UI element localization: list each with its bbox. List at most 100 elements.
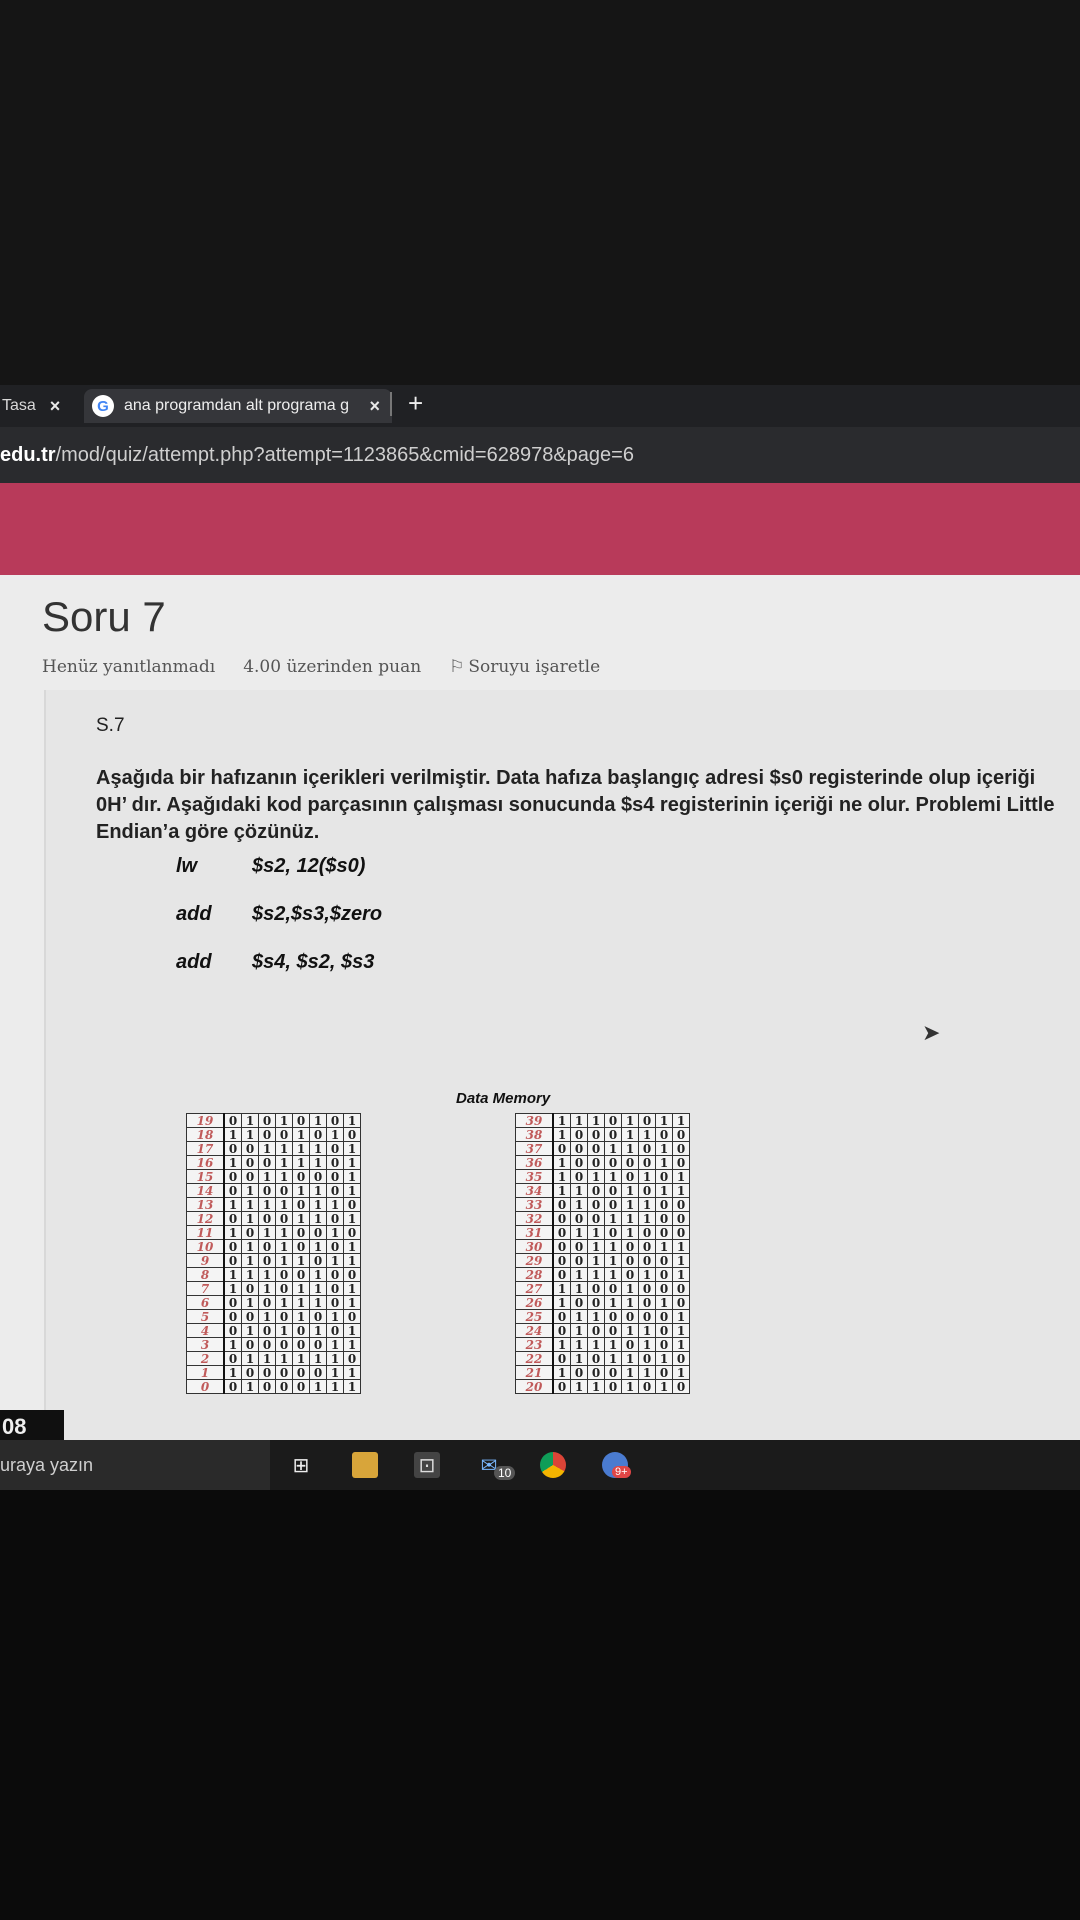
memory-bit: 0: [621, 1239, 639, 1254]
memory-bit: 1: [309, 1323, 327, 1338]
memory-bit: 0: [638, 1225, 656, 1240]
memory-address: 26: [515, 1295, 554, 1310]
memory-bit: 1: [223, 1155, 242, 1170]
taskbar-search-input[interactable]: uraya yazın: [0, 1440, 270, 1490]
memory-bit: 1: [241, 1239, 259, 1254]
task-view-icon[interactable]: ⊞: [288, 1452, 314, 1478]
memory-bit: 0: [604, 1225, 622, 1240]
dark-background-bottom: [0, 1490, 1080, 1920]
memory-bit: 0: [292, 1323, 310, 1338]
memory-bit: 1: [292, 1351, 310, 1366]
memory-row: 31 0 1 1 0 1 0 0 0: [515, 1225, 690, 1240]
memory-bit: 0: [343, 1267, 361, 1282]
memory-bit: 0: [638, 1379, 656, 1394]
memory-bit: 0: [638, 1253, 656, 1268]
memory-row: 500101010: [186, 1309, 361, 1324]
memory-bit: 1: [241, 1379, 259, 1394]
memory-bit: 0: [241, 1141, 259, 1156]
memory-bit: 0: [552, 1379, 571, 1394]
memory-bit: 0: [638, 1309, 656, 1324]
memory-bit: 0: [223, 1141, 242, 1156]
memory-row: 30 0 0 1 1 0 0 1 1: [515, 1239, 690, 1254]
memory-bit: 0: [638, 1239, 656, 1254]
memory-bit: 0: [587, 1141, 605, 1156]
memory-bit: 0: [326, 1169, 344, 1184]
close-icon[interactable]: ×: [369, 396, 380, 417]
clock-fragment: 08: [0, 1410, 64, 1444]
memory-bit: 1: [309, 1281, 327, 1296]
memory-bit: 1: [621, 1197, 639, 1212]
memory-bit: 1: [275, 1253, 293, 1268]
memory-address: 32: [515, 1211, 554, 1226]
memory-row: 18 1 1 0 0 1 0 1 0: [186, 1127, 361, 1142]
memory-bit: 0: [587, 1197, 605, 1212]
memory-bit: 0: [223, 1183, 242, 1198]
memory-bit: 1: [655, 1379, 673, 1394]
chrome-icon[interactable]: [540, 1452, 566, 1478]
memory-bit: 1: [309, 1211, 327, 1226]
memory-bit: 0: [292, 1225, 310, 1240]
memory-row: 38 1 0 0 0 1 1 0 0: [515, 1127, 690, 1142]
memory-row: 29 0 0 1 1 0 0 0 1: [515, 1253, 690, 1268]
memory-bit: 1: [241, 1351, 259, 1366]
question-title: Soru 7: [42, 593, 166, 640]
tab-label: Tasa: [2, 397, 36, 414]
memory-address: 24: [515, 1323, 554, 1338]
memory-bit: 1: [292, 1141, 310, 1156]
memory-row: 28 0 1 1 1 0 1 0 1: [515, 1267, 690, 1282]
memory-bit: 1: [309, 1351, 327, 1366]
memory-row: 25 0 1 1 0 0 0 0 1: [515, 1309, 690, 1324]
address-bar[interactable]: edu.tr/mod/quiz/attempt.php?attempt=1123…: [0, 427, 1080, 483]
memory-bit: 0: [587, 1281, 605, 1296]
memory-bit: 0: [258, 1337, 276, 1352]
answer-status: Henüz yanıtlanmadı: [42, 657, 216, 677]
memory-bit: 0: [258, 1127, 276, 1142]
memory-bit: 1: [638, 1169, 656, 1184]
memory-bit: 0: [326, 1239, 344, 1254]
flag-question-link[interactable]: ⚐ Soruyu işaretle: [449, 657, 600, 677]
memory-bit: 1: [241, 1183, 259, 1198]
memory-bit: 1: [604, 1211, 622, 1226]
memory-bit: 0: [655, 1281, 673, 1296]
memory-bit: 1: [343, 1253, 361, 1268]
memory-bit: 0: [292, 1113, 310, 1128]
memory-bit: 0: [587, 1295, 605, 1310]
memory-bit: 0: [638, 1113, 656, 1128]
memory-bit: 0: [326, 1141, 344, 1156]
code-line: lw $s2, 12($s0): [176, 855, 365, 878]
memory-bit: 1: [655, 1239, 673, 1254]
memory-bit: 0: [655, 1337, 673, 1352]
memory-row: 14 0 1 0 0 1 1 0 1: [186, 1183, 361, 1198]
file-explorer-icon[interactable]: [352, 1452, 378, 1478]
memory-bit: 0: [587, 1183, 605, 1198]
memory-bit: 1: [621, 1379, 639, 1394]
close-icon[interactable]: ×: [50, 396, 61, 417]
windows-taskbar: uraya yazın ⊞ ⊡ ✉ 10 9+: [0, 1440, 1080, 1490]
memory-bit: 1: [655, 1183, 673, 1198]
memory-bit: 0: [604, 1309, 622, 1324]
memory-bit: 0: [309, 1225, 327, 1240]
store-icon[interactable]: ⊡: [414, 1452, 440, 1478]
memory-bit: 1: [343, 1337, 361, 1352]
code-op: lw: [176, 855, 198, 877]
memory-bit: 0: [326, 1281, 344, 1296]
tab-google-search[interactable]: G ana programdan alt programa g ×: [84, 389, 392, 423]
memory-bit: 1: [292, 1281, 310, 1296]
notification-badge: 9+: [612, 1466, 631, 1478]
google-icon: G: [92, 395, 114, 417]
memory-address: 37: [515, 1141, 554, 1156]
tab-tasa[interactable]: Tasa ×: [0, 389, 70, 423]
new-tab-button[interactable]: +: [408, 388, 423, 419]
memory-bit: 1: [258, 1225, 276, 1240]
memory-bit: 0: [223, 1309, 242, 1324]
memory-row: 16 1 0 0 1 1 1 0 1: [186, 1155, 361, 1170]
memory-bit: 0: [672, 1379, 690, 1394]
memory-bit: 0: [604, 1113, 622, 1128]
memory-bit: 1: [621, 1141, 639, 1156]
memory-bit: 0: [241, 1309, 259, 1324]
memory-bit: 1: [275, 1141, 293, 1156]
memory-bit: 0: [309, 1337, 327, 1352]
memory-bit: 0: [621, 1267, 639, 1282]
memory-address: 12: [186, 1211, 225, 1226]
memory-address: 6: [186, 1295, 225, 1310]
